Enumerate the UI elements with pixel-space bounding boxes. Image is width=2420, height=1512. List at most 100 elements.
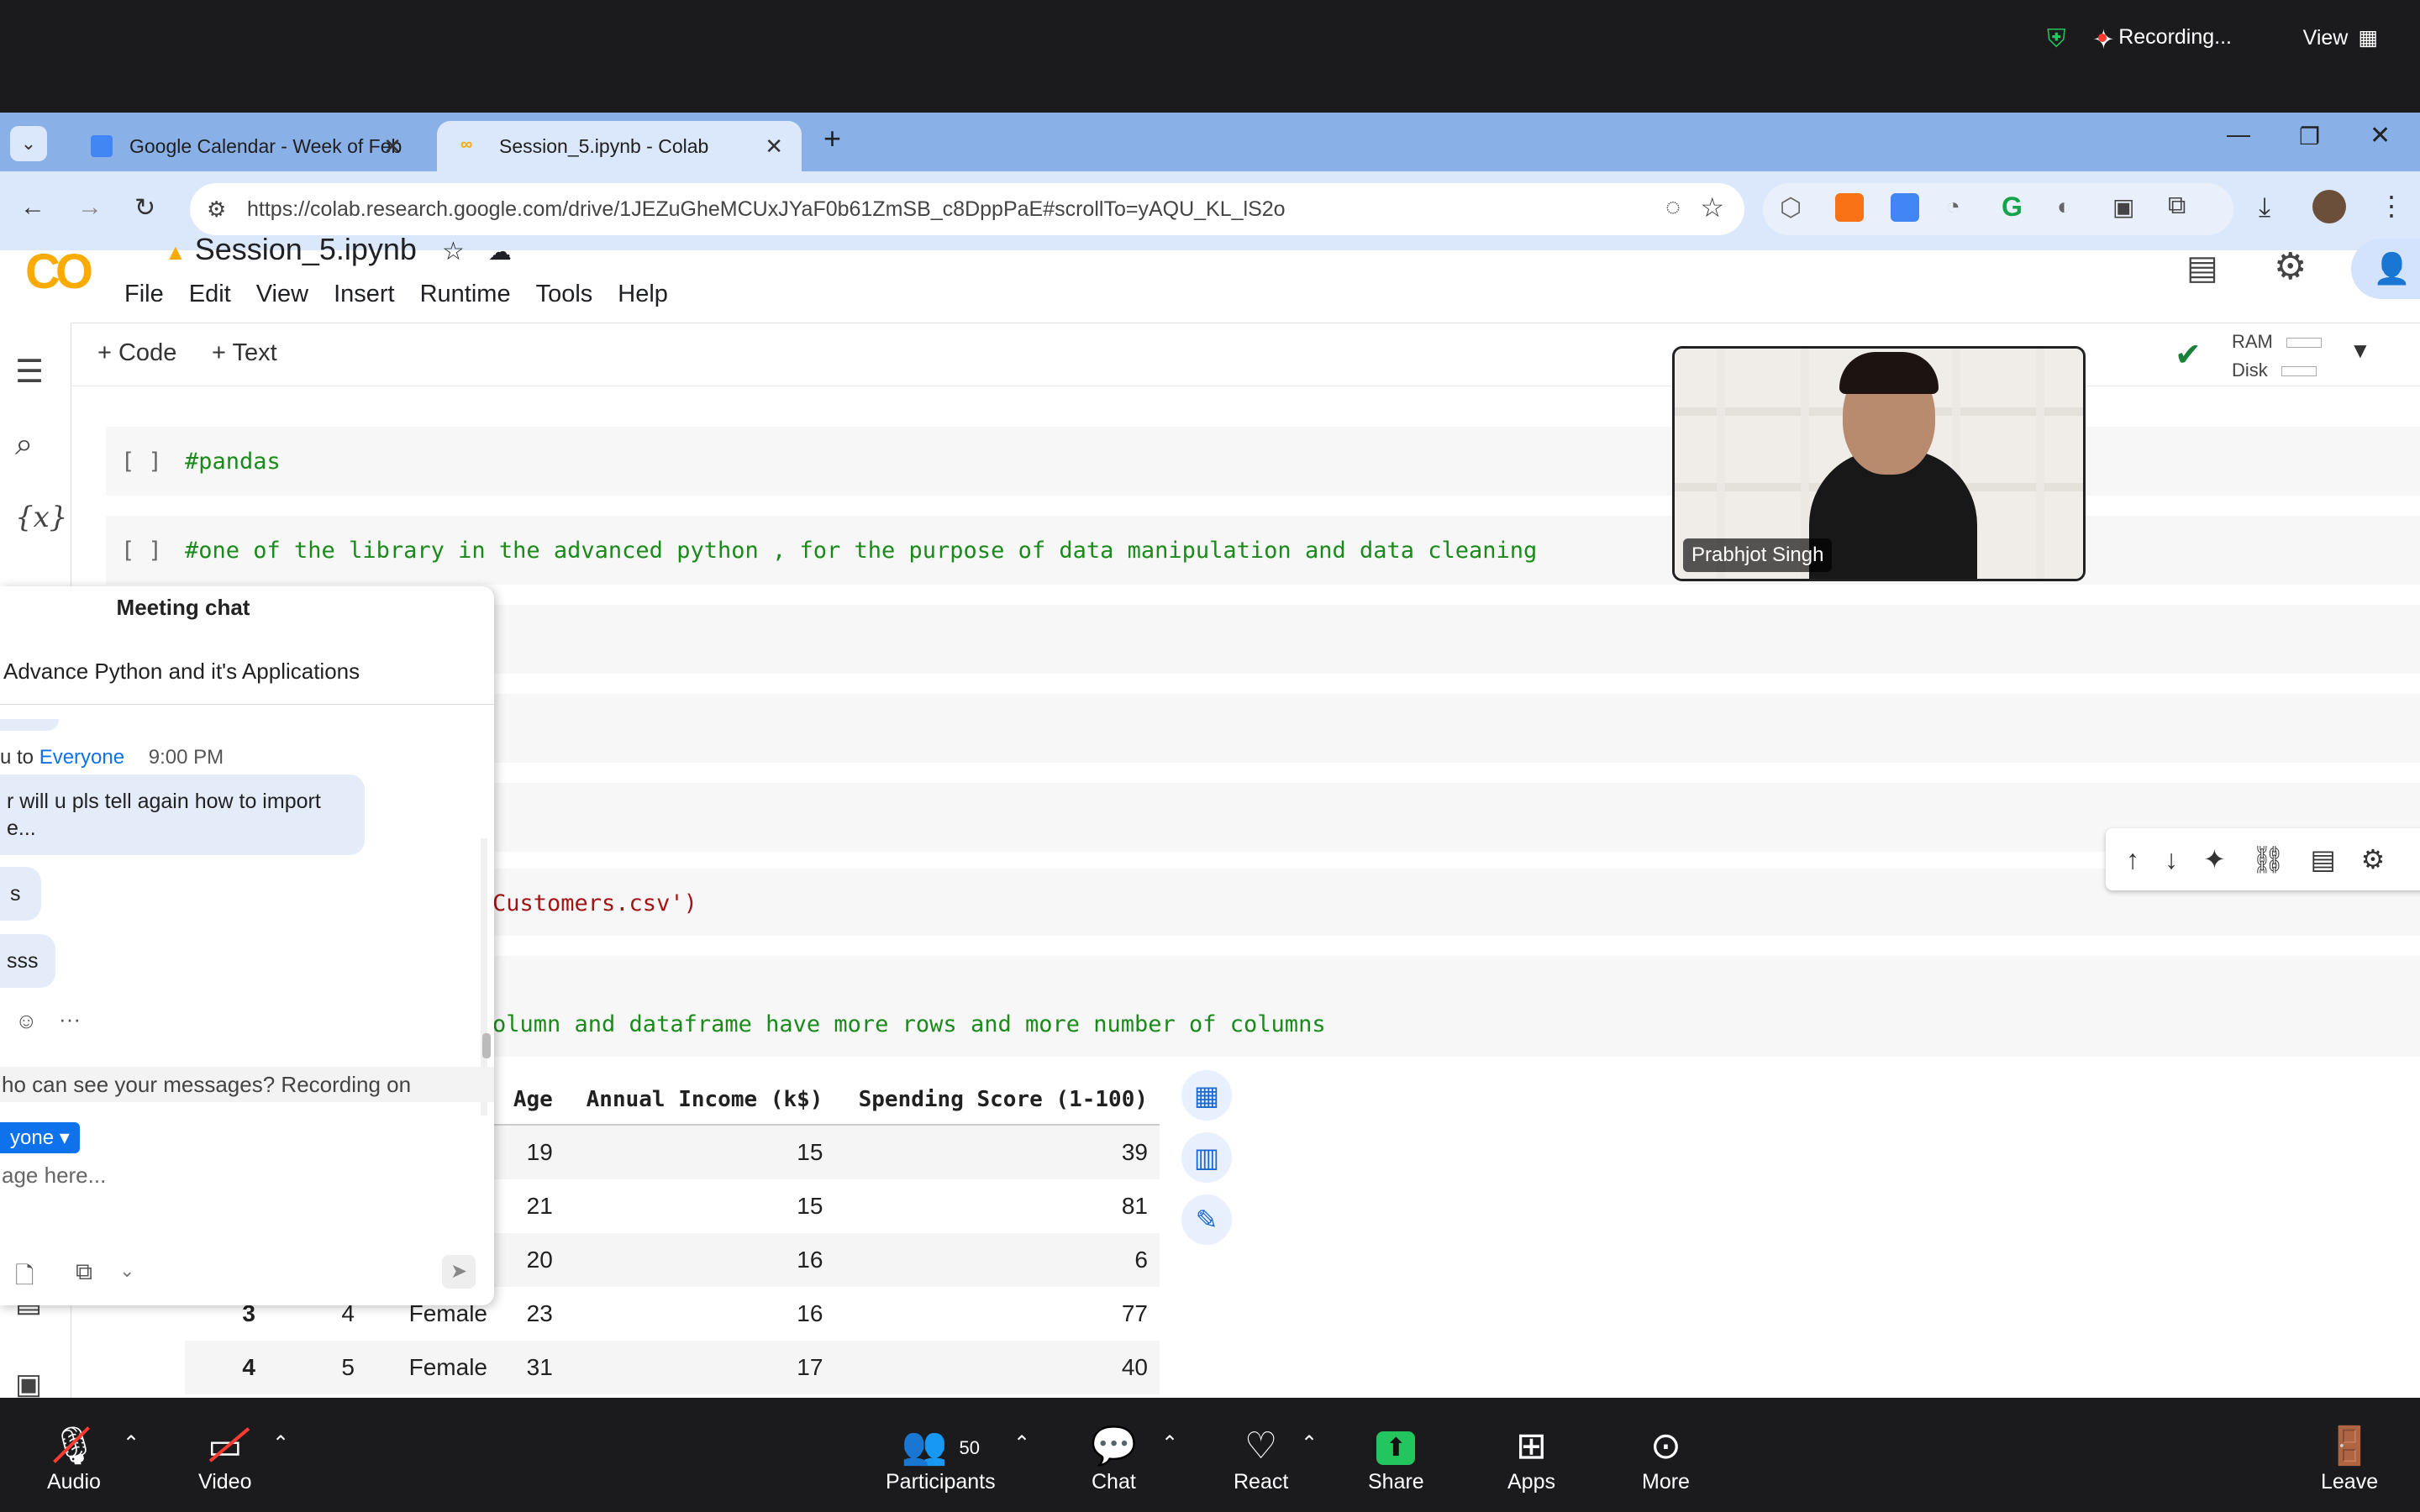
view-button[interactable]: View ▦ xyxy=(2303,25,2378,50)
move-up-icon[interactable]: ↑ xyxy=(2126,844,2139,875)
camera-off-icon: ▭ xyxy=(208,1423,250,1470)
react-options-chevron-icon[interactable]: ⌃ xyxy=(1301,1431,1318,1456)
new-tab-button[interactable]: + xyxy=(823,121,841,156)
tab-search-chevron-icon[interactable]: ⌄ xyxy=(10,126,47,161)
more-button[interactable]: ⊙ More xyxy=(1642,1423,1690,1494)
add-text-button[interactable]: + Text xyxy=(212,339,277,367)
leave-button[interactable]: 🚪 Leave xyxy=(2321,1423,2378,1494)
chat-scrollbar-thumb[interactable] xyxy=(482,1033,491,1058)
chat-message[interactable]: sss xyxy=(0,934,55,988)
close-tab-icon[interactable]: ✕ xyxy=(383,134,402,160)
url-omnibox[interactable]: ⚙ https://colab.research.google.com/driv… xyxy=(190,183,1744,235)
cell-code[interactable]: Customers.csv') xyxy=(492,890,697,916)
chevron-down-icon[interactable]: ⌄ xyxy=(119,1260,134,1282)
gemini-sparkle-icon[interactable]: ✦ xyxy=(2203,843,2226,875)
tab-colab-session[interactable]: ∞ Session_5.ipynb - Colab ✕ xyxy=(437,121,802,171)
participants-button[interactable]: 👥 50 Participants xyxy=(886,1423,996,1494)
extension-edge-icon[interactable]: ◐ xyxy=(2057,193,2071,220)
menu-view[interactable]: View xyxy=(256,281,308,308)
more-options-icon[interactable]: ··· xyxy=(59,1006,81,1032)
star-icon[interactable]: ☆ xyxy=(442,238,465,265)
suggest-chart-icon[interactable]: ▥ xyxy=(1181,1132,1232,1183)
search-icon[interactable]: ⌕ xyxy=(15,427,33,463)
back-icon[interactable]: ← xyxy=(20,193,45,222)
chat-options-chevron-icon[interactable]: ⌃ xyxy=(1161,1431,1178,1456)
audio-options-chevron-icon[interactable]: ⌃ xyxy=(123,1431,139,1456)
bookmark-star-icon[interactable]: ☆ xyxy=(1700,192,1724,223)
extension-cube-icon[interactable]: ⬡ xyxy=(1780,193,1802,223)
comment-icon[interactable]: ▤ xyxy=(2310,843,2335,875)
cell-code[interactable]: #one of the library in the advanced pyth… xyxy=(185,538,1537,564)
chat-message-input[interactable]: age here... xyxy=(2,1163,106,1189)
recording-indicator[interactable]: Recording... xyxy=(2098,25,2232,50)
grammarly-icon[interactable]: G xyxy=(2002,192,2023,223)
site-settings-icon[interactable]: ⚙ xyxy=(207,197,226,223)
table-of-contents-icon[interactable]: ☰ xyxy=(15,353,44,391)
chat-message[interactable]: s xyxy=(0,867,41,921)
disk-bar xyxy=(2281,366,2317,377)
profile-avatar[interactable] xyxy=(2312,190,2346,223)
cell-code[interactable]: #pandas xyxy=(185,449,281,475)
apps-button[interactable]: ⊞ Apps xyxy=(1507,1423,1555,1494)
video-button[interactable]: ▭ Video xyxy=(198,1423,252,1494)
colab-logo[interactable]: CO xyxy=(25,244,93,300)
menu-insert[interactable]: Insert xyxy=(334,281,395,308)
tab-google-calendar[interactable]: Google Calendar - Week of Feb ✕ xyxy=(67,121,420,171)
forward-icon[interactable]: → xyxy=(77,193,103,222)
zoom-control-bar: 🎙 Audio ⌃ ▭ Video ⌃ 👥50 Participants ⌃ 💬… xyxy=(0,1398,2420,1512)
extension-speed-icon[interactable]: ◔ xyxy=(1946,193,1960,220)
run-cell-button[interactable]: [ ] xyxy=(121,538,162,564)
terminal-icon[interactable]: ▣ xyxy=(15,1368,42,1401)
audio-button[interactable]: 🎙 Audio xyxy=(47,1423,101,1494)
menu-help[interactable]: Help xyxy=(618,281,668,308)
send-icon[interactable]: ➤ xyxy=(442,1255,476,1289)
participants-options-chevron-icon[interactable]: ⌃ xyxy=(1013,1431,1030,1456)
interactive-table-icon[interactable]: ▦ xyxy=(1181,1070,1232,1121)
link-icon[interactable]: ⛓ xyxy=(2251,843,2286,875)
cell-settings-icon[interactable]: ⚙ xyxy=(2361,843,2386,875)
participant-video-tile[interactable]: Prabhjot Singh xyxy=(1672,346,2086,581)
menu-tools[interactable]: Tools xyxy=(536,281,593,308)
extension-box-icon[interactable]: ▣ xyxy=(2112,193,2134,221)
colab-icon: ∞ xyxy=(460,135,473,154)
add-reaction-icon[interactable]: ☺ xyxy=(15,1008,38,1034)
extension-google-icon[interactable] xyxy=(1891,193,1919,222)
drive-icon: ▲ xyxy=(165,239,187,265)
menu-runtime[interactable]: Runtime xyxy=(420,281,511,308)
screenshot-icon[interactable]: ⧉ xyxy=(76,1258,92,1286)
download-icon[interactable]: ⤓ xyxy=(2259,192,2270,223)
cell-code[interactable]: olumn and dataframe have more rows and m… xyxy=(492,1011,1326,1037)
menu-edit[interactable]: Edit xyxy=(189,281,231,308)
extensions-puzzle-icon[interactable]: ⧉ xyxy=(2168,192,2186,220)
chat-privacy-hint[interactable]: ho can see your messages? Recording on xyxy=(0,1067,494,1102)
resource-meter[interactable]: RAM Disk xyxy=(2232,328,2323,385)
notebook-title[interactable]: ▲ Session_5.ipynb ☆ ☁ xyxy=(165,232,512,267)
generate-code-icon[interactable]: ✎ xyxy=(1181,1194,1232,1245)
comments-icon[interactable]: ▤ xyxy=(2186,249,2218,287)
close-window-icon[interactable]: ✕ xyxy=(2370,121,2391,150)
chat-message[interactable]: r will u pls tell again how to import e.… xyxy=(0,774,365,855)
reload-icon[interactable]: ↻ xyxy=(134,193,155,223)
add-code-button[interactable]: + Code xyxy=(97,339,176,367)
connected-check-icon: ✔ xyxy=(2175,338,2202,373)
runtime-dropdown-icon[interactable]: ▼ xyxy=(2349,338,2371,364)
share-arrow-icon: ⬆ xyxy=(1376,1423,1416,1470)
chat-button[interactable]: 💬 Chat xyxy=(1091,1423,1137,1494)
react-button[interactable]: ♡ React xyxy=(1234,1423,1288,1494)
settings-gear-icon[interactable]: ⚙ xyxy=(2274,245,2307,288)
file-attach-icon[interactable]: 🗋 xyxy=(15,1258,34,1299)
share-screen-button[interactable]: ⬆ Share xyxy=(1368,1423,1424,1494)
extension-chart-icon[interactable] xyxy=(1835,193,1864,222)
browser-menu-icon[interactable]: ⋮ xyxy=(2378,190,2405,222)
menu-file[interactable]: File xyxy=(124,281,164,308)
restore-icon[interactable]: ❐ xyxy=(2299,123,2320,150)
minimize-icon[interactable]: — xyxy=(2227,121,2250,148)
move-down-icon[interactable]: ↓ xyxy=(2165,844,2178,875)
close-tab-icon[interactable]: ✕ xyxy=(765,134,783,160)
variables-icon[interactable]: {x} xyxy=(15,501,67,534)
video-options-chevron-icon[interactable]: ⌃ xyxy=(272,1431,289,1456)
eye-off-icon[interactable]: ◌ xyxy=(1665,193,1681,222)
run-cell-button[interactable]: [ ] xyxy=(121,449,162,475)
recipient-dropdown[interactable]: yone ▾ xyxy=(0,1122,80,1153)
share-notebook-button[interactable]: 👤 xyxy=(2351,239,2420,299)
